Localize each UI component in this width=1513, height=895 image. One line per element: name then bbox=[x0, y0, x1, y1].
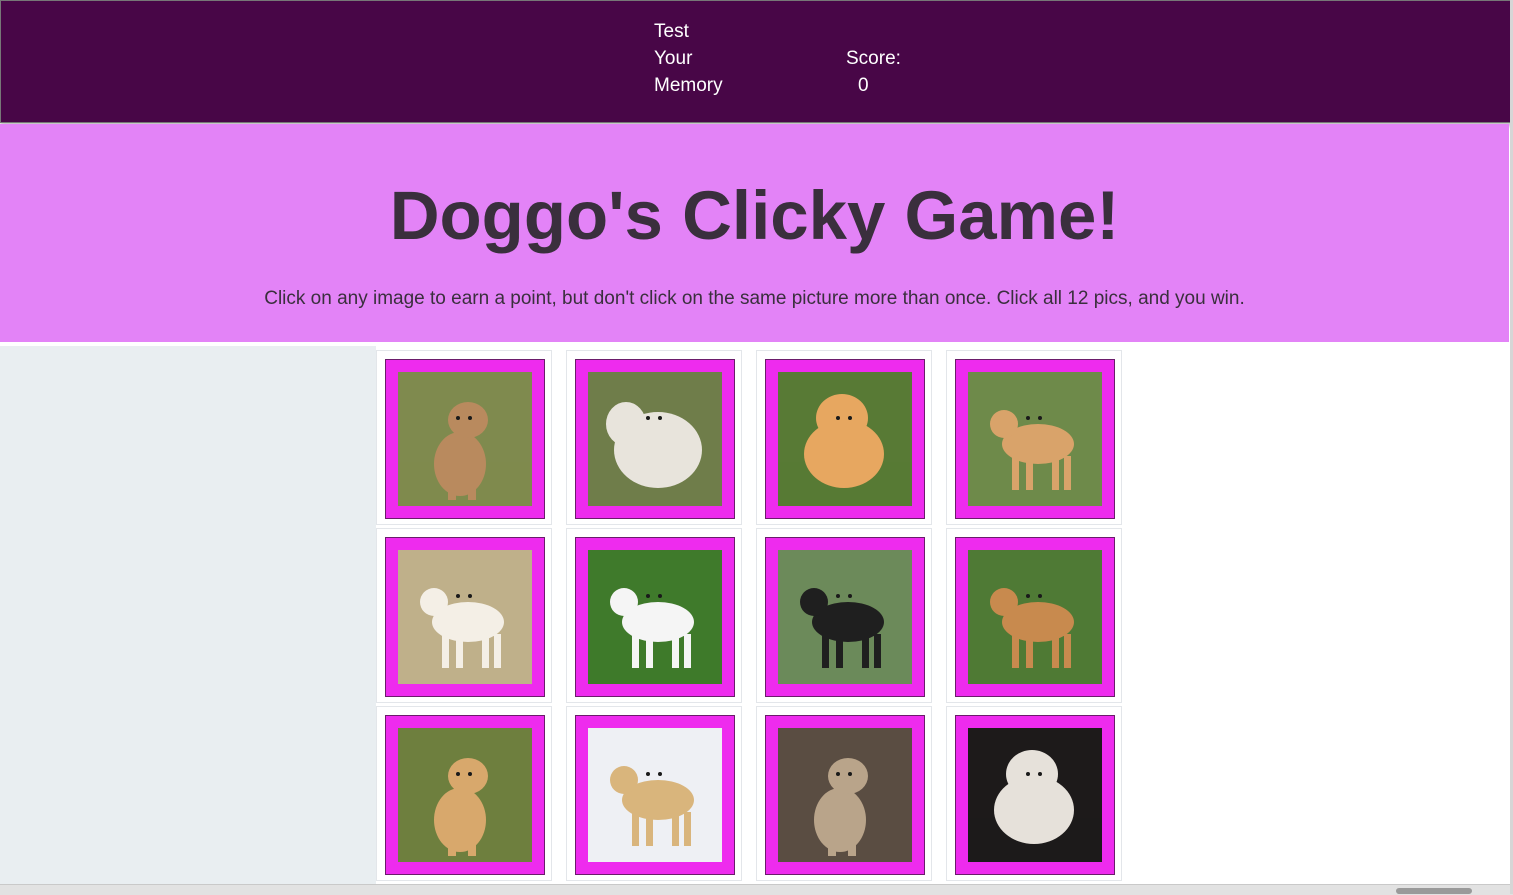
dog-card-bulldog[interactable] bbox=[946, 528, 1122, 703]
dog-card-labrador-in-snow[interactable] bbox=[566, 706, 742, 881]
dog-card-golden-retriever-puppy[interactable] bbox=[376, 706, 552, 881]
dog-card-shar-pei[interactable] bbox=[376, 350, 552, 525]
dog-image[interactable] bbox=[588, 372, 722, 506]
score-label: Score: bbox=[846, 48, 901, 69]
brand-line-3: Memory bbox=[654, 75, 723, 96]
dog-image[interactable] bbox=[968, 372, 1102, 506]
dog-image[interactable] bbox=[778, 372, 912, 506]
scrollbar-thumb[interactable] bbox=[1396, 888, 1472, 894]
dog-card-pekingese[interactable] bbox=[946, 350, 1122, 525]
dog-card-komondor[interactable] bbox=[566, 350, 742, 525]
card-frame bbox=[765, 715, 925, 875]
dog-image[interactable] bbox=[588, 550, 722, 684]
header-banner: Doggo's Clicky Game! Click on any image … bbox=[0, 124, 1509, 342]
card-frame bbox=[575, 715, 735, 875]
dog-image[interactable] bbox=[398, 550, 532, 684]
dog-image[interactable] bbox=[588, 728, 722, 862]
card-frame bbox=[385, 359, 545, 519]
brand-line-2: Your bbox=[654, 48, 693, 69]
dog-card-havanese[interactable] bbox=[946, 706, 1122, 881]
dog-image[interactable] bbox=[968, 550, 1102, 684]
card-frame bbox=[575, 359, 735, 519]
dog-card-brittany[interactable] bbox=[376, 528, 552, 703]
dog-image[interactable] bbox=[778, 550, 912, 684]
horizontal-scrollbar[interactable] bbox=[0, 884, 1513, 895]
card-frame bbox=[955, 359, 1115, 519]
dog-image[interactable] bbox=[968, 728, 1102, 862]
card-frame bbox=[955, 537, 1115, 697]
brand-line-1: Test bbox=[654, 21, 689, 42]
instructions-text: Click on any image to earn a point, but … bbox=[264, 288, 1245, 309]
card-grid bbox=[376, 350, 1126, 884]
card-frame bbox=[385, 715, 545, 875]
card-frame bbox=[575, 537, 735, 697]
page-title: Doggo's Clicky Game! bbox=[389, 177, 1120, 254]
navbar: Test Your Memory Score: 0 bbox=[0, 0, 1513, 123]
score-value: 0 bbox=[858, 75, 869, 96]
dog-image[interactable] bbox=[778, 728, 912, 862]
dog-image[interactable] bbox=[398, 372, 532, 506]
card-frame bbox=[765, 537, 925, 697]
score-display: Score: 0 bbox=[846, 45, 916, 99]
left-panel bbox=[0, 346, 376, 884]
dog-card-yorkshire-terrier[interactable] bbox=[756, 706, 932, 881]
card-frame bbox=[765, 359, 925, 519]
dog-card-pomeranian[interactable] bbox=[756, 350, 932, 525]
dog-image[interactable] bbox=[398, 728, 532, 862]
brand-text[interactable]: Test Your Memory bbox=[654, 18, 764, 99]
card-frame bbox=[955, 715, 1115, 875]
dog-card-border-collie[interactable] bbox=[756, 528, 932, 703]
card-frame bbox=[385, 537, 545, 697]
dog-card-bull-terrier[interactable] bbox=[566, 528, 742, 703]
